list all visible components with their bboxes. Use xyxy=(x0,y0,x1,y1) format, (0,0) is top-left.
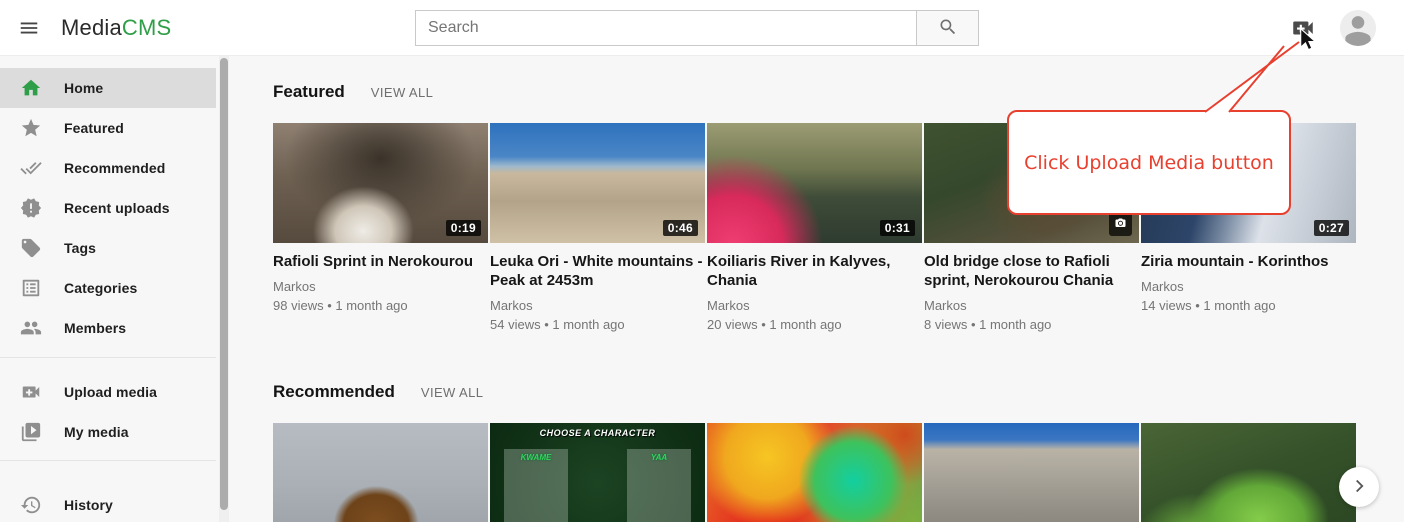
sidebar-item-upload-media[interactable]: Upload media xyxy=(0,372,216,412)
video-author[interactable]: Markos xyxy=(1141,279,1356,294)
video-meta: 8 views • 1 month ago xyxy=(924,317,1139,332)
video-title[interactable]: Old bridge close to Rafioli sprint, Nero… xyxy=(924,253,1139,291)
view-all-link[interactable]: VIEW ALL xyxy=(421,385,483,400)
search-button[interactable] xyxy=(916,10,979,46)
camera-icon xyxy=(1109,212,1132,236)
video-thumbnail[interactable] xyxy=(273,423,488,522)
video-thumbnail[interactable]: 0:19 xyxy=(273,123,488,243)
sidebar-item-label: Featured xyxy=(64,120,124,136)
video-title[interactable]: Ziria mountain - Korinthos xyxy=(1141,253,1356,272)
section-header: Recommended VIEW ALL xyxy=(273,382,1404,402)
video-meta: 54 views • 1 month ago xyxy=(490,317,705,332)
section-title: Recommended xyxy=(273,382,395,402)
recommended-section: Recommended VIEW ALL CHOOSE A CHARACTER … xyxy=(273,382,1404,522)
video-card[interactable]: 0:19 Rafioli Sprint in Nerokourou Markos… xyxy=(273,123,488,332)
video-author[interactable]: Markos xyxy=(707,298,922,313)
sidebar-item-label: Categories xyxy=(64,280,137,296)
thumbnail-overlay-text: YAA xyxy=(627,453,691,462)
search-icon xyxy=(938,17,958,40)
search-bar xyxy=(415,10,979,46)
video-meta: 14 views • 1 month ago xyxy=(1141,298,1356,313)
upload-media-icon xyxy=(20,381,42,403)
sidebar-item-label: Upload media xyxy=(64,384,157,400)
callout-text: Click Upload Media button xyxy=(1024,152,1274,174)
logo-primary: Media xyxy=(61,15,122,40)
video-title[interactable]: Leuka Ori - White mountains - Peak at 24… xyxy=(490,253,705,291)
video-author[interactable]: Markos xyxy=(490,298,705,313)
home-icon xyxy=(20,77,42,99)
video-thumbnail[interactable]: CHOOSE A CHARACTER KWAME YAA xyxy=(490,423,705,522)
chevron-right-icon xyxy=(1348,475,1370,500)
duration-badge: 0:31 xyxy=(880,220,915,236)
duration-badge: 0:27 xyxy=(1314,220,1349,236)
video-thumbnail[interactable]: 0:46 xyxy=(490,123,705,243)
video-meta: 98 views • 1 month ago xyxy=(273,298,488,313)
view-all-link[interactable]: VIEW ALL xyxy=(371,85,433,100)
star-icon xyxy=(20,117,42,139)
sidebar-item-label: History xyxy=(64,497,113,513)
video-meta: 20 views • 1 month ago xyxy=(707,317,922,332)
callout-tooltip: Click Upload Media button xyxy=(1007,110,1291,215)
upload-media-icon[interactable] xyxy=(1290,15,1316,41)
carousel-next-button[interactable] xyxy=(1339,467,1379,507)
sidebar-item-home[interactable]: Home xyxy=(0,68,216,108)
search-input[interactable] xyxy=(415,10,917,46)
sidebar-item-recommended[interactable]: Recommended xyxy=(0,148,216,188)
top-bar: MediaCMS xyxy=(0,0,1404,56)
sidebar: Home Featured Recommended Recent uploads… xyxy=(0,56,216,522)
sidebar-item-label: My media xyxy=(64,424,129,440)
video-card[interactable]: 0:31 Koiliaris River in Kalyves, Chania … xyxy=(707,123,922,332)
new-releases-icon xyxy=(20,197,42,219)
sidebar-item-recent-uploads[interactable]: Recent uploads xyxy=(0,188,216,228)
duration-badge: 0:19 xyxy=(446,220,481,236)
video-title[interactable]: Koiliaris River in Kalyves, Chania xyxy=(707,253,922,291)
section-header: Featured VIEW ALL xyxy=(273,82,1404,102)
video-thumbnail[interactable] xyxy=(707,423,922,522)
video-thumbnail[interactable] xyxy=(1141,423,1356,522)
video-library-icon xyxy=(20,421,42,443)
sidebar-scrollbar[interactable] xyxy=(219,56,229,522)
sidebar-item-categories[interactable]: Categories xyxy=(0,268,216,308)
sidebar-item-history[interactable]: History xyxy=(0,485,216,522)
top-bar-actions xyxy=(1290,0,1376,56)
sidebar-item-label: Home xyxy=(64,80,103,96)
video-title[interactable]: Rafioli Sprint in Nerokourou xyxy=(273,253,488,272)
tag-icon xyxy=(20,237,42,259)
video-thumbnail[interactable] xyxy=(924,423,1139,522)
sidebar-item-label: Recommended xyxy=(64,160,165,176)
video-card[interactable]: 0:46 Leuka Ori - White mountains - Peak … xyxy=(490,123,705,332)
sidebar-item-featured[interactable]: Featured xyxy=(0,108,216,148)
categories-icon xyxy=(20,277,42,299)
members-icon xyxy=(20,317,42,339)
mediacms-app: MediaCMS Home Featured xyxy=(0,0,1404,522)
sidebar-divider xyxy=(0,460,216,461)
video-thumbnail[interactable]: 0:31 xyxy=(707,123,922,243)
user-avatar[interactable] xyxy=(1340,10,1376,46)
sidebar-item-my-media[interactable]: My media xyxy=(0,412,216,452)
sidebar-item-label: Members xyxy=(64,320,126,336)
duration-badge: 0:46 xyxy=(663,220,698,236)
section-title: Featured xyxy=(273,82,345,102)
scrollbar-thumb[interactable] xyxy=(220,58,228,510)
logo-accent: CMS xyxy=(122,15,172,40)
thumbnail-overlay-text: KWAME xyxy=(504,453,568,462)
video-author[interactable]: Markos xyxy=(924,298,1139,313)
thumbnail-overlay-text: CHOOSE A CHARACTER xyxy=(490,428,705,438)
sidebar-item-members[interactable]: Members xyxy=(0,308,216,348)
sidebar-item-label: Recent uploads xyxy=(64,200,170,216)
recommended-row: CHOOSE A CHARACTER KWAME YAA xyxy=(273,423,1404,522)
sidebar-item-label: Tags xyxy=(64,240,96,256)
video-author[interactable]: Markos xyxy=(273,279,488,294)
logo[interactable]: MediaCMS xyxy=(61,15,171,41)
hamburger-menu-icon[interactable] xyxy=(17,16,41,40)
history-icon xyxy=(20,494,42,516)
sidebar-divider xyxy=(0,357,216,358)
double-check-icon xyxy=(20,157,42,179)
sidebar-item-tags[interactable]: Tags xyxy=(0,228,216,268)
